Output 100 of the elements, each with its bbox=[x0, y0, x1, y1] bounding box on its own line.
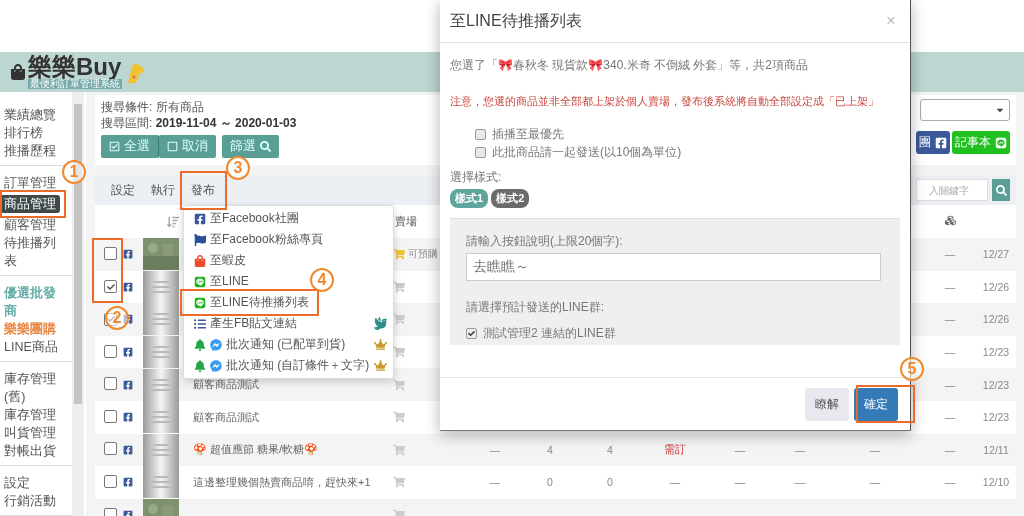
sidebar-item[interactable]: 商品管理 bbox=[0, 195, 60, 213]
table-cell-text: — bbox=[733, 476, 747, 489]
facebook-icon bbox=[123, 477, 133, 488]
facebook-icon bbox=[935, 136, 947, 149]
option-checkbox[interactable] bbox=[475, 128, 486, 140]
table-cell-text: — bbox=[943, 411, 957, 424]
line-icon bbox=[995, 136, 1007, 149]
search-button[interactable] bbox=[992, 179, 1010, 201]
row-checkbox[interactable] bbox=[104, 280, 117, 294]
row-checkbox[interactable] bbox=[104, 377, 117, 391]
menu-item[interactable]: 至LINE bbox=[184, 272, 255, 291]
tagline: 最便利訂單管理系統 bbox=[28, 79, 122, 89]
messenger-icon bbox=[210, 359, 222, 372]
facebook-icon bbox=[123, 249, 133, 260]
sidebar-item[interactable]: 庫存管理 bbox=[0, 406, 60, 424]
table-cell-text: — bbox=[943, 313, 957, 326]
row-checkbox[interactable] bbox=[104, 409, 117, 423]
group-name: 測試管理2 連結的LINE群 bbox=[483, 324, 616, 342]
group-icon bbox=[944, 215, 956, 226]
facebook-icon bbox=[123, 444, 133, 455]
logo: 樂樂Buy bbox=[28, 55, 122, 79]
row-checkbox[interactable] bbox=[104, 344, 117, 358]
selection-summary: 您選了「🎀春秋冬 現貨款🎀340.米奇 不倒絨 外套」等，共2項商品 bbox=[450, 57, 810, 74]
cart-icon bbox=[393, 313, 405, 326]
product-title: 顧客商品測試 bbox=[192, 409, 260, 425]
sidebar-item[interactable]: 推播歷程 bbox=[0, 142, 60, 160]
cart-icon bbox=[393, 476, 405, 489]
style-chip[interactable]: 樣式2 bbox=[491, 189, 530, 208]
share-button[interactable]: 團 bbox=[916, 131, 950, 154]
group-label: 請選擇預計發送的LINE群: bbox=[466, 299, 605, 316]
facebook-icon bbox=[123, 379, 133, 390]
facebook-icon bbox=[194, 212, 206, 225]
sidebar-item[interactable]: 設定 bbox=[0, 474, 34, 492]
table-cell-text: 12/23 bbox=[981, 411, 1011, 424]
dismiss-button[interactable]: 瞭解 bbox=[805, 387, 849, 421]
highlight-frame bbox=[856, 385, 915, 423]
table-cell-text: — bbox=[943, 476, 957, 489]
row-checkbox[interactable] bbox=[104, 474, 117, 488]
sidebar-item[interactable]: 庫存管理(舊) bbox=[0, 370, 64, 406]
table-cell-text: — bbox=[793, 476, 807, 489]
row-checkbox[interactable] bbox=[104, 246, 117, 260]
sidebar-item[interactable]: 待推播列表 bbox=[0, 234, 64, 270]
sidebar-item[interactable]: 對帳出貨 bbox=[0, 442, 60, 460]
table-cell-text: 0 bbox=[606, 476, 614, 489]
table-cell-text: — bbox=[943, 248, 957, 261]
menu-item[interactable]: 產生FB貼文連結 bbox=[184, 314, 393, 333]
row-checkbox[interactable] bbox=[104, 442, 117, 456]
crown-icon bbox=[374, 338, 387, 351]
cart-icon bbox=[393, 248, 405, 261]
group-checkbox[interactable] bbox=[466, 327, 477, 339]
table-cell-text: — bbox=[793, 443, 807, 456]
option-checkbox[interactable] bbox=[475, 146, 486, 158]
toolbar-tab[interactable]: 設定 bbox=[103, 174, 143, 206]
sidebar-item[interactable]: 行銷活動 bbox=[0, 492, 60, 510]
list-icon bbox=[194, 317, 206, 330]
cart-icon bbox=[393, 411, 405, 424]
scrollbar[interactable] bbox=[72, 92, 84, 516]
bell-icon bbox=[194, 338, 206, 351]
toolbar-tab[interactable]: 執行 bbox=[143, 174, 183, 206]
menu-item[interactable]: 至LINE待推播列表 bbox=[184, 293, 315, 312]
step-number: 4 bbox=[310, 268, 334, 292]
dialog-title: 至LINE待推播列表 bbox=[450, 10, 582, 31]
shopping-bag-icon bbox=[194, 254, 206, 267]
step-number: 2 bbox=[105, 306, 129, 330]
sidebar-item[interactable]: 排行榜 bbox=[0, 124, 47, 142]
table-cell-text: 12/11 bbox=[982, 443, 1010, 456]
messenger-icon bbox=[210, 338, 222, 351]
bird-icon bbox=[374, 317, 387, 330]
facebook-icon bbox=[123, 314, 133, 325]
product-title: 這邊整理幾個熱賣商品唷，趕快來+1 bbox=[192, 474, 372, 490]
table-cell-text: 12/23 bbox=[981, 346, 1011, 359]
table-cell-text: 12/26 bbox=[981, 280, 1011, 293]
sidebar-item[interactable]: 訂單管理 bbox=[0, 174, 60, 192]
select-field[interactable] bbox=[920, 99, 1010, 121]
style-label: 選擇樣式: bbox=[450, 169, 503, 186]
check-icon bbox=[106, 315, 115, 324]
table-cell-text: — bbox=[943, 443, 957, 456]
table-cell-text: 0 bbox=[546, 476, 554, 489]
menu-item[interactable]: 至蝦皮 bbox=[184, 251, 252, 270]
button-text-label: 請輸入按鈕說明(上限20個字): bbox=[466, 233, 624, 250]
sort-icon[interactable] bbox=[167, 215, 179, 228]
sidebar-item[interactable]: 叫貨管理 bbox=[0, 424, 60, 442]
table-cell-text: — bbox=[868, 443, 882, 456]
button-text-field[interactable]: 去瞧瞧～ bbox=[466, 253, 881, 281]
highlight-frame bbox=[0, 190, 66, 218]
preorder-label: 可預購 bbox=[408, 247, 438, 261]
toolbar-tab[interactable]: 發布 bbox=[183, 174, 223, 206]
sidebar-item[interactable]: 業績總覽 bbox=[0, 106, 60, 124]
sidebar-item[interactable]: 顧客管理 bbox=[0, 216, 60, 234]
sidebar-item[interactable]: LINE商品 bbox=[0, 338, 62, 356]
keyword-field[interactable]: 入關鍵字 bbox=[916, 179, 988, 201]
menu-item[interactable]: 至Facebook粉絲專頁 bbox=[184, 230, 329, 249]
confirm-button[interactable]: 確定 bbox=[854, 387, 898, 421]
option-label: 此批商品請一起發送(以10個為單位) bbox=[492, 143, 682, 161]
crown-icon bbox=[374, 359, 387, 372]
menu-item[interactable]: 批次通知 (自訂條件＋文字) bbox=[184, 356, 393, 375]
menu-item[interactable]: 至Facebook社團 bbox=[184, 209, 305, 228]
menu-item[interactable]: 批次通知 (已配單到貨) bbox=[184, 335, 393, 354]
search-condition: 搜尋條件: 所有商品 bbox=[101, 99, 205, 115]
table-cell-text: 4 bbox=[606, 443, 614, 456]
